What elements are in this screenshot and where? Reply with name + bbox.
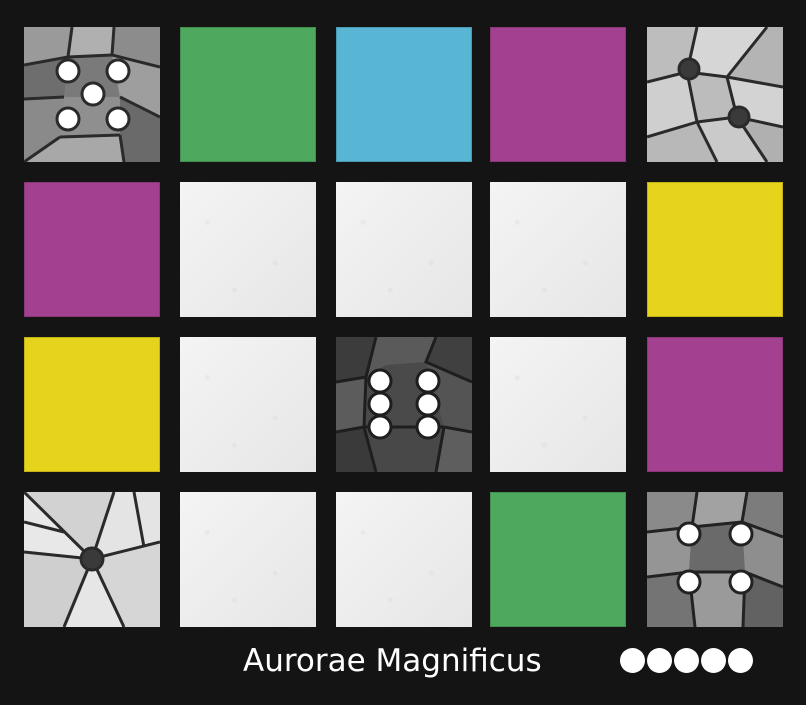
difficulty-dot-icon (674, 648, 699, 673)
shade-2-icon (647, 27, 783, 162)
cell-shade-4 (24, 27, 160, 162)
cell-shade-4 (647, 492, 783, 627)
cell-shade-2 (647, 27, 783, 162)
cell-blank (336, 492, 472, 627)
cell-blank (180, 337, 316, 472)
shade-1-icon (24, 492, 160, 627)
cell-yellow (647, 182, 783, 317)
cell-green (180, 27, 316, 162)
difficulty-dot-icon (728, 648, 753, 673)
cell-blank (490, 337, 626, 472)
cell-blue (336, 27, 472, 162)
cell-purple (490, 27, 626, 162)
cell-purple (24, 182, 160, 317)
cell-blank (180, 182, 316, 317)
cell-purple (647, 337, 783, 472)
cell-blank (336, 182, 472, 317)
cell-shade-6 (336, 337, 472, 472)
difficulty-dot-icon (647, 648, 672, 673)
shade-4-icon (647, 492, 783, 627)
card-title: Aurorae Magnificus (243, 643, 542, 679)
cell-blank (180, 492, 316, 627)
difficulty-rating (620, 648, 753, 673)
cell-blank (490, 182, 626, 317)
cell-yellow (24, 337, 160, 472)
cell-green (490, 492, 626, 627)
difficulty-dot-icon (620, 648, 645, 673)
shade-4-icon (24, 27, 160, 162)
cell-shade-1 (24, 492, 160, 627)
pattern-card: Aurorae Magnificus (0, 0, 806, 705)
shade-6-icon (336, 337, 472, 472)
difficulty-dot-icon (701, 648, 726, 673)
